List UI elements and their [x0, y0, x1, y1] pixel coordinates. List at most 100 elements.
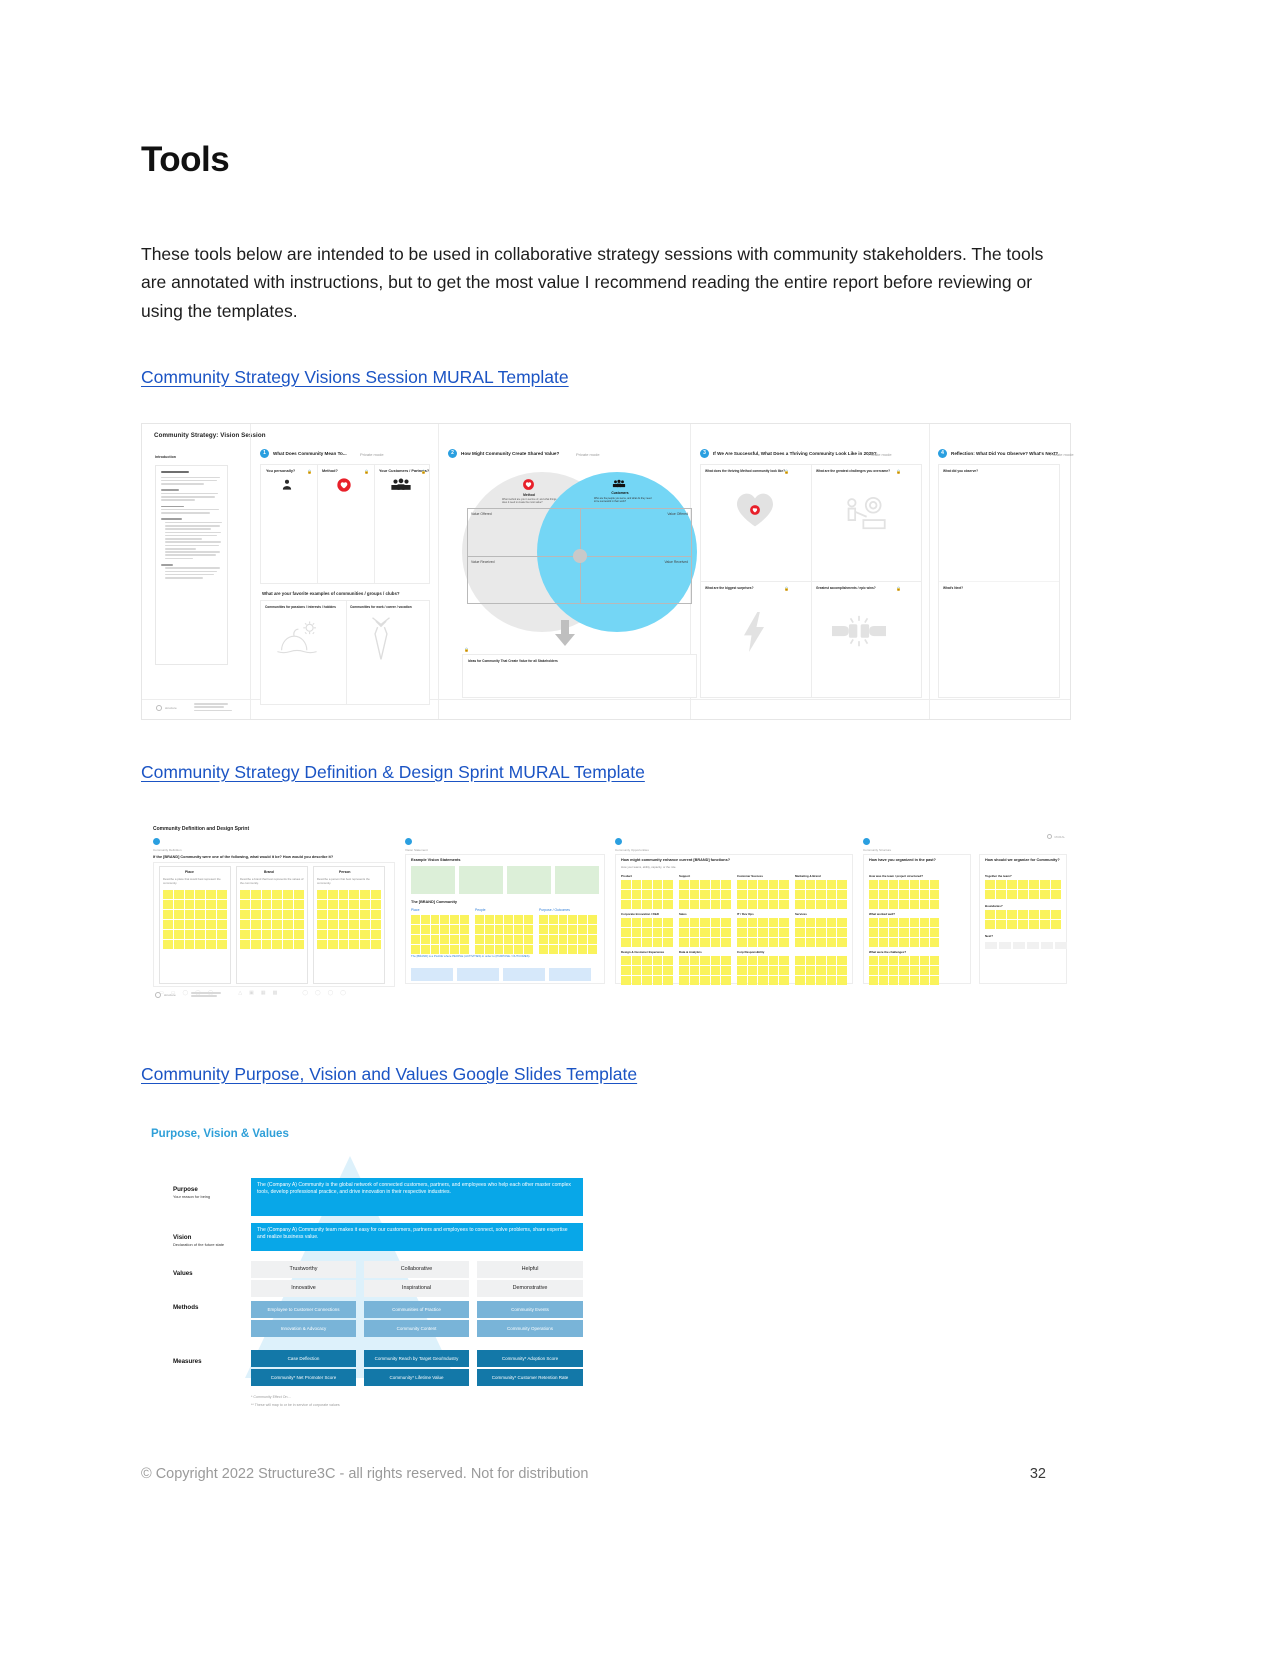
values-cell: Helpful — [477, 1261, 583, 1278]
link-google-slides-pvv[interactable]: Community Purpose, Vision and Values Goo… — [141, 1064, 637, 1085]
values-cell: Inspirational — [364, 1280, 469, 1297]
mural2-badge-3 — [615, 838, 622, 845]
fist-bump-icon — [832, 614, 886, 648]
beach-umbrella-icon — [276, 619, 318, 659]
mural2-sticky-grid — [539, 915, 597, 954]
mural2-sticky-grid — [869, 918, 939, 947]
mural2-footer-logo: structure — [155, 992, 221, 999]
mural1-step3-q4: Greatest accomplishments / epic wins? — [816, 586, 876, 590]
mural2-badge-1 — [153, 838, 160, 845]
divider — [250, 424, 251, 719]
mural2-f3-col-9: Design & Customer Experience — [621, 950, 665, 954]
link-mural-design-sprint[interactable]: Community Strategy Definition & Design S… — [141, 762, 645, 783]
mural2-frame2-question: Example Vision Statements — [411, 858, 461, 862]
mural2-sticky-grid — [621, 918, 673, 947]
mural2-f2-col-1: Place — [411, 908, 420, 912]
mural1-step3-q1: What does the thriving Method community … — [705, 469, 786, 473]
mural1-step1-subcol-1: Communities for passions / interests / h… — [265, 605, 336, 609]
divider — [438, 424, 439, 719]
mural2-frame4-question: How have you organized in the past? — [869, 858, 936, 862]
mural1-step4-q2: What's Next? — [943, 586, 964, 590]
mural1-step-badge-4: 4 — [938, 449, 947, 458]
heart-icon — [522, 478, 535, 491]
mural2-f5-col-1: Together the team? — [985, 874, 1012, 878]
lightning-bolt-icon — [742, 612, 766, 652]
row-sub-vision: Declaration of the future state — [173, 1242, 225, 1247]
mural2-sticky-grid — [679, 918, 731, 947]
mural-vision-session-thumbnail[interactable]: Community Strategy: Vision Session Intro… — [141, 423, 1074, 720]
values-cell: Collaborative — [364, 1261, 469, 1278]
methods-cell: Community Operations — [477, 1320, 583, 1337]
venn-center-knob — [572, 549, 587, 563]
mural2-sticky-grid — [795, 956, 847, 985]
mural1-step3-q3: What are the biggest surprises? — [705, 586, 754, 590]
values-cell: Innovative — [251, 1280, 356, 1297]
mural1-venn-output-label: Ideas for Community That Create Value fo… — [468, 659, 558, 663]
measures-cell: Community* Lifetime Value — [364, 1369, 469, 1386]
venn-quad-3: Value Received — [471, 560, 495, 564]
mural1-step-label-3: If We Are Successful, What Does a Thrivi… — [713, 451, 877, 456]
row-label-purpose: Purpose — [173, 1186, 198, 1193]
mural2-blue-note — [503, 968, 545, 981]
lock-icon: Private mode — [576, 452, 600, 457]
vision-band: The (Company A) Community team makes it … — [251, 1223, 583, 1251]
measures-cell: Case Deflection — [251, 1350, 356, 1367]
mural2-sticky-grid — [475, 915, 533, 954]
mural2-f2-col-2: People — [475, 908, 486, 912]
mural1-step4-panel — [938, 464, 1060, 698]
google-slides-pvv-thumbnail[interactable]: Purpose, Vision & Values Purpose Your re… — [141, 1118, 601, 1418]
people-icon — [612, 477, 626, 489]
values-cell: Demonstrative — [477, 1280, 583, 1297]
row-label-measures: Measures — [173, 1358, 202, 1365]
link-mural-vision-session[interactable]: Community Strategy Visions Session MURAL… — [141, 367, 569, 388]
mural2-sticky-grid — [985, 880, 1061, 899]
venn-right-desc: Who are the people you serve, and what d… — [594, 497, 652, 504]
mural2-f2-col-3: Purpose / Outcomes — [539, 908, 570, 912]
venn-quad-4: Value Received — [664, 560, 689, 564]
mural2-sticky-grid — [621, 880, 673, 909]
methods-cell: Community Events — [477, 1301, 583, 1318]
mural2-blue-note — [457, 968, 499, 981]
mural2-f4-col-1: How was the team / project structured? — [869, 874, 923, 878]
row-label-vision: Vision — [173, 1234, 192, 1241]
mural-design-sprint-thumbnail[interactable]: Community Definition and Design Sprint C… — [141, 822, 1071, 1002]
intro-paragraph: These tools below are intended to be use… — [141, 244, 1044, 321]
mural2-f3-col-8: Services — [795, 912, 807, 916]
methods-cell: Innovation & Advocacy — [251, 1320, 356, 1337]
mural2-frame2-subquestion: The [BRAND] Community — [411, 900, 457, 904]
mural2-frame2-formula: The [BRAND] is a PLACE where PEOPLE (ACT… — [411, 954, 531, 958]
page-content: Tools These tools below are intended to … — [141, 0, 1046, 325]
measures-cell: Community* Customer Retention Rate — [477, 1369, 583, 1386]
divider — [929, 424, 930, 719]
mural2-f3-col-11: Corp Responsibility — [737, 950, 765, 954]
mural1-board-title: Community Strategy: Vision Session — [154, 432, 266, 439]
purpose-band: The (Company A) Community is the global … — [251, 1178, 583, 1216]
row-sub-purpose: Your reason for being — [173, 1194, 211, 1199]
page-footer: © Copyright 2022 Structure3C - all right… — [141, 1466, 1046, 1482]
mural2-f1-sub-3: Describe a person that best represents t… — [317, 877, 370, 885]
mural2-f5-col-3: Next? — [985, 934, 994, 938]
mural2-green-note — [507, 866, 551, 894]
group-icon — [390, 478, 412, 492]
mural2-f1-sub-1: Describe a place that would best represe… — [163, 877, 221, 885]
measures-cell: Community* Adoption Score — [477, 1350, 583, 1367]
person-icon — [278, 478, 296, 492]
mural2-sticky-grid — [737, 918, 789, 947]
mural2-frame3-question: How might community enhance current [BRA… — [621, 858, 731, 862]
mural2-f1-col-2: Brand — [264, 870, 274, 874]
venn-value-grid: Value Offered Value Offered Value Receiv… — [467, 508, 692, 604]
values-cell: Trustworthy — [251, 1261, 356, 1278]
mural2-sticky-grid — [679, 956, 731, 985]
lock-icon: Private mode — [360, 452, 384, 457]
venn-right-label: Customers — [611, 491, 629, 495]
mural1-venn-diagram: Method What method are you in service of… — [462, 472, 697, 637]
mural2-sticky-grid — [795, 880, 847, 909]
methods-cell: Communities of Practice — [364, 1301, 469, 1318]
mural2-sticky-grid — [621, 956, 673, 985]
mural1-step-label-4: Reflection: What Did You Observe? What's… — [951, 451, 1059, 456]
mural2-f1-sub-2: Describe a brand that best represents th… — [240, 877, 304, 885]
mural2-sticky-grid — [240, 890, 304, 949]
slide-title: Purpose, Vision & Values — [151, 1128, 289, 1140]
mural2-f3-col-5: Corporate Innovation / R&D — [621, 912, 659, 916]
mural1-step1-col-2: Method? — [322, 469, 338, 473]
